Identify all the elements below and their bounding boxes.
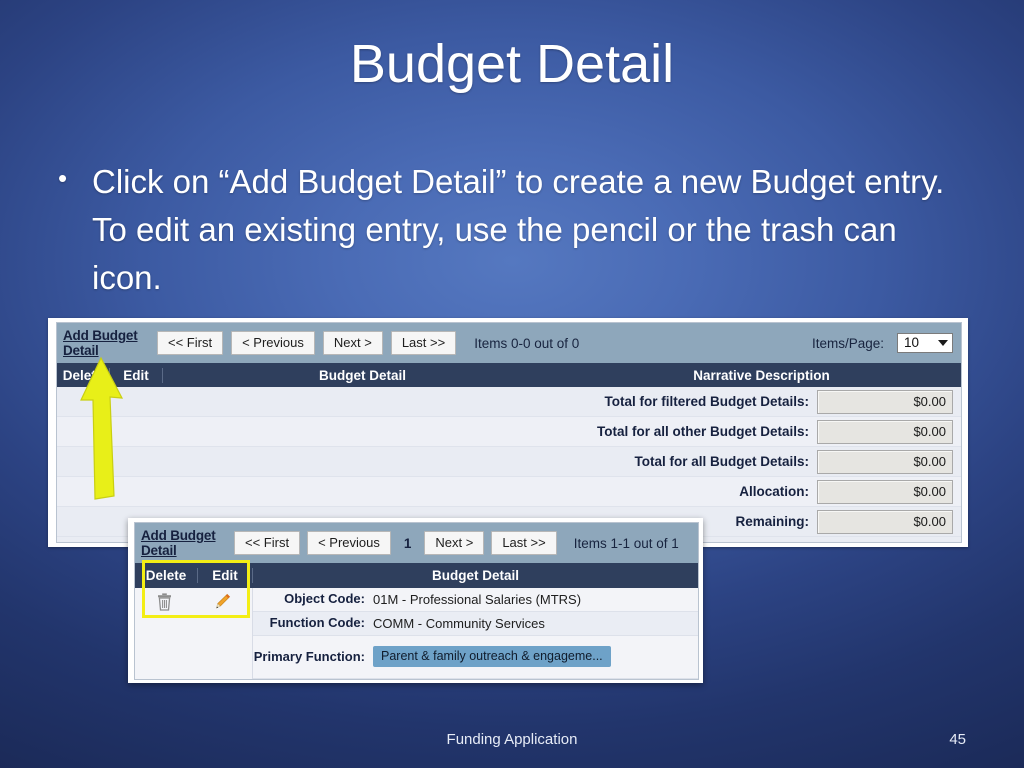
previous-page-button[interactable]: < Previous <box>231 331 315 355</box>
inset-action-icons-row <box>135 588 252 616</box>
next-page-button[interactable]: Next > <box>322 331 383 355</box>
primary-function-chip: Parent & family outreach & engageme... <box>373 646 611 667</box>
field-label: Primary Function: <box>253 648 365 664</box>
field-function-code: Function Code: COMM - Community Services <box>253 612 698 636</box>
total-value-field: $0.00 <box>817 509 953 534</box>
inset-column-header-budget-detail: Budget Detail <box>431 568 519 583</box>
body-content: • Click on “Add Budget Detail” to create… <box>58 158 963 303</box>
field-primary-function: Primary Function: Parent & family outrea… <box>253 636 698 679</box>
inset-fields-column: Object Code: 01M - Professional Salaries… <box>253 588 698 680</box>
column-header-delete: Delete <box>57 367 110 383</box>
bullet-text: Click on “Add Budget Detail” to create a… <box>92 163 945 297</box>
grid-frame: Add Budget Detail << First < Previous Ne… <box>56 322 962 543</box>
budget-detail-grid-panel: Add Budget Detail << First < Previous Ne… <box>48 318 968 547</box>
slide-canvas: Budget Detail • Click on “Add Budget Det… <box>0 0 1024 768</box>
items-count-label: Items 0-0 out of 0 <box>474 335 580 351</box>
inset-add-budget-detail-link[interactable]: Add Budget Detail <box>141 528 227 558</box>
inset-first-page-button[interactable]: << First <box>234 531 301 555</box>
bullet-marker-icon: • <box>58 163 68 193</box>
items-per-page-value: 10 <box>904 335 920 350</box>
field-value-wrapper: Parent & family outreach & engageme... <box>371 644 698 670</box>
add-budget-detail-link[interactable]: Add Budget Detail <box>63 328 149 358</box>
field-label: Function Code: <box>269 615 365 631</box>
inset-action-icons-column <box>135 588 253 679</box>
field-value: 01M - Professional Salaries (MTRS) <box>373 591 582 607</box>
first-page-button[interactable]: << First <box>157 331 224 355</box>
inset-current-page-number: 1 <box>403 535 412 551</box>
column-header-edit: Edit <box>110 367 163 383</box>
total-label: Total for all other Budget Details: <box>596 424 809 439</box>
total-label: Total for filtered Budget Details: <box>604 394 809 409</box>
field-object-code: Object Code: 01M - Professional Salaries… <box>253 588 698 612</box>
inset-header-row: Delete Edit Budget Detail <box>135 563 698 588</box>
footer-title: Funding Application <box>446 731 578 748</box>
total-value-field: $0.00 <box>817 449 953 474</box>
total-label: Remaining: <box>735 514 809 529</box>
items-per-page-select[interactable]: 10 <box>897 333 953 353</box>
inset-record-body: Object Code: 01M - Professional Salaries… <box>135 588 698 680</box>
last-page-button[interactable]: Last >> <box>390 331 457 355</box>
edit-button[interactable] <box>193 593 251 611</box>
delete-button[interactable] <box>135 593 193 611</box>
chevron-down-icon <box>938 339 948 346</box>
column-header-budget-detail: Budget Detail <box>318 367 406 383</box>
total-value-field: $0.00 <box>817 479 953 504</box>
trash-can-icon <box>157 593 171 611</box>
total-label: Allocation: <box>739 484 809 499</box>
budget-detail-record-panel: Add Budget Detail << First < Previous 1 … <box>128 518 703 683</box>
table-row: Total for all other Budget Details: $0.0… <box>57 417 961 447</box>
pencil-icon <box>215 593 231 609</box>
field-label: Object Code: <box>284 591 365 607</box>
column-header-narrative-description: Narrative Description <box>693 367 830 383</box>
table-row: Allocation: $0.00 <box>57 477 961 507</box>
field-row-blank <box>253 679 698 680</box>
total-value-field: $0.00 <box>817 419 953 444</box>
list-item: • Click on “Add Budget Detail” to create… <box>58 158 963 303</box>
total-label: Total for all Budget Details: <box>634 454 809 469</box>
inset-items-count-label: Items 1-1 out of 1 <box>573 535 679 551</box>
grid-header-row: Delete Edit Budget Detail Narrative Desc… <box>57 363 961 387</box>
inset-last-page-button[interactable]: Last >> <box>491 531 557 555</box>
grid-toolbar: Add Budget Detail << First < Previous Ne… <box>57 323 961 363</box>
footer-page-number: 45 <box>949 731 966 748</box>
inset-column-header-delete: Delete <box>135 568 198 583</box>
inset-toolbar: Add Budget Detail << First < Previous 1 … <box>135 523 698 563</box>
items-per-page-label: Items/Page: <box>811 335 884 351</box>
inset-next-page-button[interactable]: Next > <box>424 531 485 555</box>
total-value-field: $0.00 <box>817 389 953 414</box>
table-row: Total for filtered Budget Details: $0.00 <box>57 387 961 417</box>
page-title: Budget Detail <box>349 34 675 94</box>
inset-frame: Add Budget Detail << First < Previous 1 … <box>134 522 699 680</box>
inset-column-header-edit: Edit <box>198 568 253 583</box>
field-value: COMM - Community Services <box>373 615 545 631</box>
inset-previous-page-button[interactable]: < Previous <box>307 531 391 555</box>
table-row: Total for all Budget Details: $0.00 <box>57 447 961 477</box>
